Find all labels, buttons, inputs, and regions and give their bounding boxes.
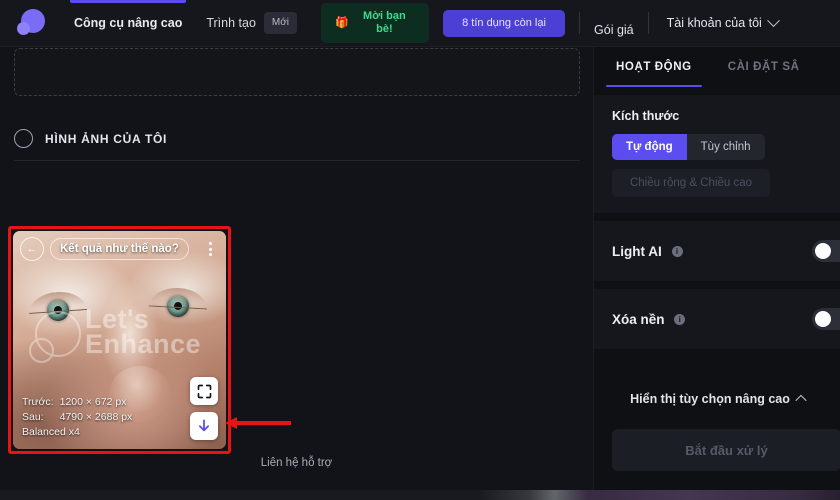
section-divider (14, 160, 580, 161)
nav-item-enhance-tools[interactable]: Công cụ nâng cao (62, 0, 194, 47)
settings-panel: HOẠT ĐỘNG CÀI ĐẶT SÂ Kích thước Tự động … (593, 47, 840, 500)
my-images-header: HÌNH ẢNH CỦA TÔI (14, 129, 167, 148)
credits-remaining-button[interactable]: 8 tín dụng còn lại (443, 9, 566, 37)
invite-friends-label: Mời bạn bè! (363, 10, 406, 35)
tab-activity[interactable]: HOẠT ĐỘNG (598, 47, 710, 87)
nav-item-pricing-label: Gói giá (594, 23, 634, 37)
nav-divider-1 (579, 12, 581, 34)
lets-enhance-logo-icon (17, 9, 45, 37)
remove-background-label: Xóa nền (612, 311, 665, 327)
remove-background-label-wrap: Xóa nền i (612, 311, 686, 327)
advanced-options-toggle[interactable]: Hiển thị tùy chọn nâng cao (594, 392, 840, 407)
size-mode-auto[interactable]: Tự động (612, 134, 687, 160)
nav-divider-2 (647, 12, 649, 34)
top-navigation-bar: Công cụ nâng cao Trình tạo Mới 🎁 Mời bạn… (0, 0, 840, 47)
gift-icon: 🎁 (335, 16, 349, 29)
bottom-strip (0, 490, 840, 500)
light-ai-label: Light AI (612, 243, 662, 259)
size-mode-segmented-control: Tự động Tùy chỉnh (612, 134, 765, 160)
meta-mode: Balanced x4 (22, 426, 80, 438)
account-menu[interactable]: Tài khoản của tôi (666, 13, 780, 30)
image-meta-info: Trước: 1200 × 672 px Sau: 4790 × 2688 px… (22, 395, 138, 440)
width-height-input[interactable]: Chiều rộng & Chiều cao (612, 169, 770, 197)
credits-remaining-label: 8 tín dụng còn lại (462, 16, 546, 29)
chevron-up-icon (795, 394, 807, 407)
invite-friends-button[interactable]: 🎁 Mời bạn bè! (321, 3, 430, 43)
image-dropzone[interactable] (14, 48, 580, 96)
meta-before-value: 1200 × 672 px (59, 396, 127, 408)
advanced-options-label: Hiển thị tùy chọn nâng cao (630, 392, 790, 406)
fullscreen-icon (197, 384, 211, 398)
start-processing-label: Bắt đầu xử lý (685, 442, 768, 458)
info-icon[interactable]: i (671, 245, 683, 257)
support-link-label: Liên hệ hỗ trợ (260, 457, 333, 469)
kebab-menu-icon[interactable] (201, 238, 219, 260)
meta-before-label: Trước: (22, 396, 54, 408)
nav-item-pricing[interactable]: Gói giá (594, 9, 634, 37)
nav-item-generator[interactable]: Trình tạo Mới (194, 0, 309, 47)
info-icon[interactable]: i (674, 313, 686, 325)
account-menu-label: Tài khoản của tôi (666, 16, 762, 30)
nav-item-generator-label: Trình tạo (206, 16, 256, 30)
meta-after-value: 4790 × 2688 px (59, 411, 133, 423)
tab-product-settings[interactable]: CÀI ĐẶT SÂ (710, 47, 818, 87)
watermark-text: Let's Enhance (85, 304, 202, 359)
watermark-ring-small-icon (29, 338, 54, 363)
annotation-arrow (225, 417, 291, 429)
size-mode-custom[interactable]: Tùy chỉnh (687, 134, 765, 160)
size-settings-block: Kích thước Tự động Tùy chỉnh Chiều rộng … (594, 95, 840, 213)
download-arrow-icon (198, 419, 210, 432)
support-link[interactable]: Liên hệ hỗ trợ (0, 457, 593, 469)
remove-background-row: Xóa nền i (594, 289, 840, 349)
compare-arrow-icon[interactable]: ← (20, 237, 44, 261)
card-top-bar: ← Kết quả như thế nào? (13, 231, 226, 267)
light-ai-row: Light AI i (594, 221, 840, 281)
remove-background-toggle[interactable] (812, 308, 840, 330)
watermark-overlay: Let's Enhance (29, 299, 213, 383)
size-title: Kích thước (612, 109, 680, 123)
chevron-down-icon (766, 13, 780, 27)
meta-after-label: Sau: (22, 411, 44, 423)
app-logo[interactable] (0, 9, 62, 37)
light-ai-toggle[interactable] (812, 240, 840, 262)
my-images-title: HÌNH ẢNH CỦA TÔI (45, 131, 168, 146)
tab-activity-label: HOẠT ĐỘNG (616, 61, 692, 73)
nav-badge-new: Mới (263, 12, 298, 34)
light-ai-label-wrap: Light AI i (612, 244, 683, 259)
app-window: Công cụ nâng cao Trình tạo Mới 🎁 Mời bạn… (0, 0, 840, 500)
download-button[interactable] (190, 412, 218, 440)
nav-item-enhance-tools-label: Công cụ nâng cao (74, 16, 183, 30)
card-action-buttons (190, 377, 218, 440)
tab-product-settings-label: CÀI ĐẶT SÂ (727, 61, 800, 73)
rating-pill-button[interactable]: Kết quả như thế nào? (50, 238, 189, 260)
start-processing-button[interactable]: Bắt đầu xử lý (612, 429, 840, 471)
image-result-card[interactable]: Let's Enhance ← Kết quả như thế nào? Trư… (13, 231, 226, 449)
panel-tabs: HOẠT ĐỘNG CÀI ĐẶT SÂ (594, 47, 840, 87)
fullscreen-button[interactable] (190, 377, 218, 405)
circle-icon (14, 129, 33, 148)
main-content-area: HÌNH ẢNH CỦA TÔI Let's Enhance ← Kết quả… (0, 47, 593, 500)
